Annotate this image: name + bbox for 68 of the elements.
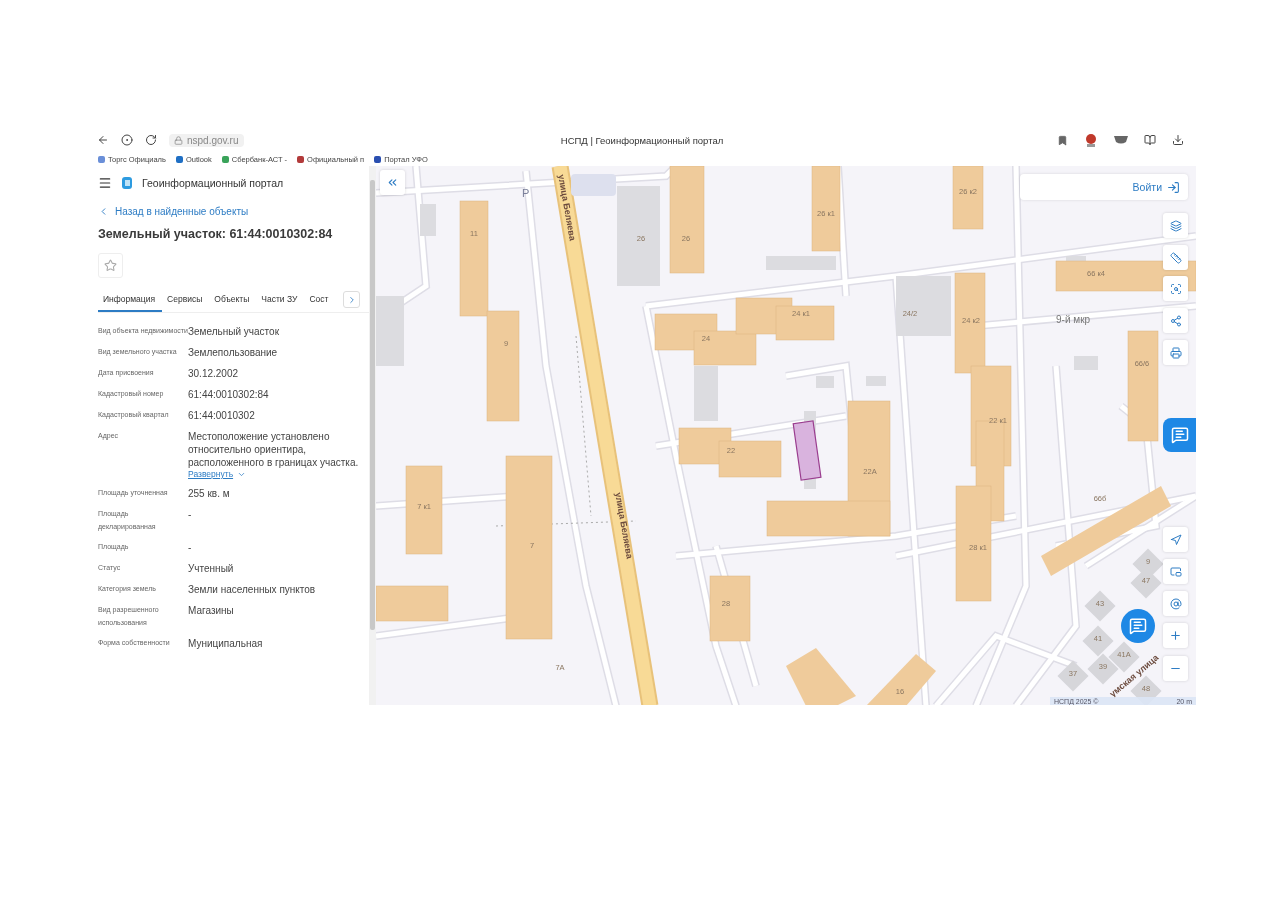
print-icon bbox=[1169, 346, 1182, 359]
street-label: улица Беляева bbox=[613, 491, 635, 560]
ruler-icon bbox=[1169, 251, 1182, 264]
street-label: улица Беляева bbox=[556, 173, 578, 242]
double-chevron-icon bbox=[386, 176, 399, 189]
share-icon bbox=[1169, 314, 1182, 327]
login-icon bbox=[1167, 180, 1180, 194]
select-area-button[interactable] bbox=[1163, 276, 1188, 301]
selected-parcel[interactable] bbox=[792, 420, 822, 481]
portal-logo-icon bbox=[122, 177, 132, 189]
share-button[interactable] bbox=[1163, 308, 1188, 333]
tab[interactable]: Сост bbox=[304, 288, 336, 312]
field-value: Землепользование bbox=[188, 346, 278, 359]
field-value: 61:44:0010302 bbox=[188, 409, 255, 422]
plus-icon bbox=[1169, 629, 1182, 642]
geo-search-button[interactable] bbox=[1163, 591, 1188, 616]
lock-icon bbox=[174, 135, 183, 145]
layers-button[interactable] bbox=[1163, 213, 1188, 238]
bookmark-icon[interactable] bbox=[1057, 134, 1068, 146]
chat-bubble-icon bbox=[1170, 426, 1189, 444]
menu-icon[interactable] bbox=[98, 176, 112, 190]
locate-icon bbox=[1169, 533, 1182, 546]
zoom-in-button[interactable] bbox=[1163, 623, 1188, 648]
print-button[interactable] bbox=[1163, 340, 1188, 365]
ball-icon[interactable] bbox=[1084, 133, 1098, 147]
ruler-button[interactable] bbox=[1163, 245, 1188, 270]
parking-label: P bbox=[522, 187, 530, 199]
tab[interactable]: Части ЗУ bbox=[256, 288, 305, 312]
field-value: Магазины bbox=[188, 604, 234, 617]
field-value: Муниципальная bbox=[188, 637, 263, 650]
star-icon bbox=[104, 259, 117, 272]
picture-in-picture-icon bbox=[1169, 565, 1182, 578]
book-icon[interactable] bbox=[1144, 134, 1156, 146]
back-icon[interactable] bbox=[97, 134, 109, 146]
cap-icon[interactable] bbox=[1114, 136, 1128, 144]
url-text: nspd.gov.ru bbox=[187, 134, 239, 146]
circle-icon[interactable] bbox=[121, 134, 133, 146]
field-value: 61:44:0010302:84 bbox=[188, 388, 269, 401]
field-value: Земельный участок bbox=[188, 325, 279, 338]
app-title: Геоинформационный портал bbox=[142, 177, 284, 189]
tab[interactable]: Объекты bbox=[209, 288, 257, 312]
scrollbar-thumb[interactable] bbox=[370, 180, 375, 630]
district-label: 9-й мкр bbox=[1056, 314, 1091, 325]
object-heading: Земельный участок: 61:44:0010302:84 bbox=[98, 227, 334, 241]
expand-link[interactable]: Развернуть bbox=[188, 469, 247, 479]
at-sign-icon bbox=[1169, 597, 1182, 610]
collapse-panel-button[interactable] bbox=[380, 170, 405, 195]
field-value: Местоположение установлено относительно ориентира, расположенного в границах участка. bbox=[188, 430, 360, 469]
field-value: 30.12.2002 bbox=[188, 367, 239, 380]
field-value: - bbox=[188, 508, 192, 521]
back-link[interactable]: Назад в найденные объекты bbox=[98, 206, 369, 217]
tab[interactable]: Информация bbox=[98, 288, 163, 312]
field-value: - bbox=[188, 541, 192, 554]
field-value: 255 кв. м bbox=[188, 487, 230, 500]
favorite-button[interactable] bbox=[98, 253, 123, 278]
layers-icon bbox=[1169, 219, 1182, 232]
locate-button[interactable] bbox=[1163, 527, 1188, 552]
login-button[interactable]: Войти bbox=[1020, 174, 1188, 200]
assistant-tab[interactable] bbox=[1163, 418, 1196, 452]
chat-bubble-icon bbox=[1129, 617, 1147, 635]
select-area-icon bbox=[1169, 282, 1182, 295]
field-value: Земли населенных пунктов bbox=[188, 583, 316, 596]
tab[interactable]: Сервисы bbox=[162, 288, 210, 312]
download-icon[interactable] bbox=[1172, 134, 1184, 146]
page-title: НСПД | Геоинформационный портал bbox=[560, 134, 724, 146]
field-value: Учтенный bbox=[188, 562, 234, 575]
picture-in-picture-button[interactable] bbox=[1163, 559, 1188, 584]
reload-icon[interactable] bbox=[145, 134, 157, 146]
